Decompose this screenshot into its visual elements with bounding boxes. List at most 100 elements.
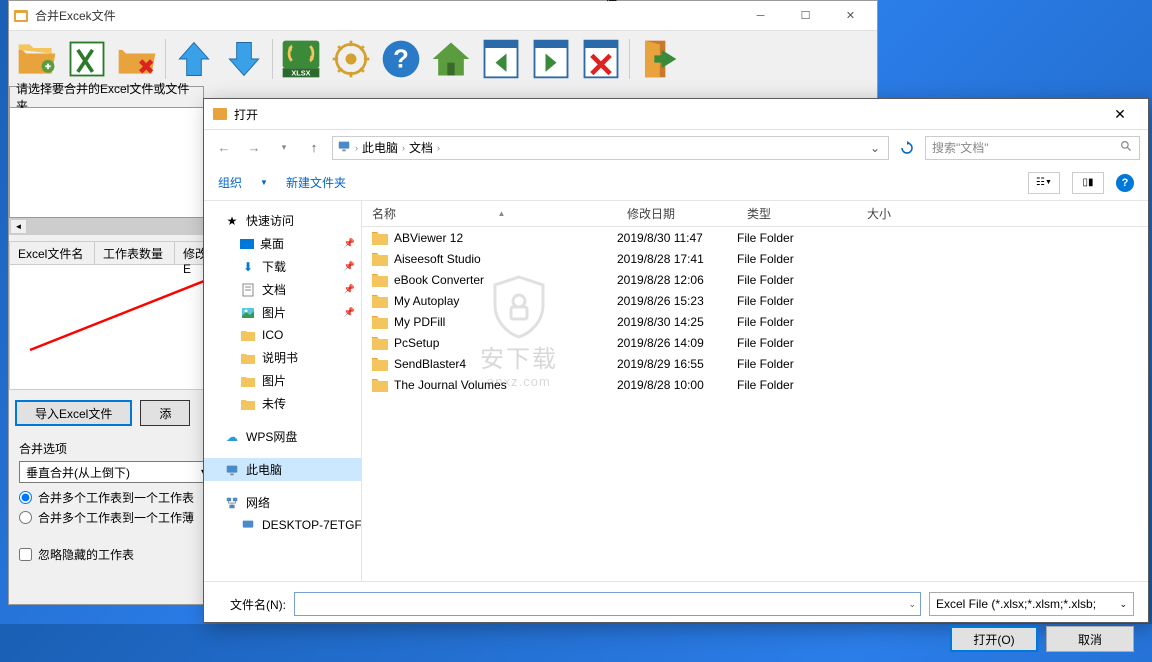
tree-documents[interactable]: 文档📌 (204, 278, 361, 301)
svg-text:?: ? (393, 45, 409, 73)
col-name[interactable]: 名称▲ (362, 201, 617, 226)
breadcrumb-sep-icon: › (437, 143, 440, 153)
breadcrumb-sep-icon: › (402, 143, 405, 153)
folder-icon (372, 231, 388, 245)
minimize-button[interactable]: ─ (738, 1, 783, 30)
col-date[interactable]: 修改日期 (617, 201, 737, 226)
file-row[interactable]: eBook Converter2019/8/28 12:06File Folde… (362, 269, 1148, 290)
tree-wps[interactable]: ☁WPS网盘 (204, 425, 361, 448)
arrow-down-icon[interactable] (220, 35, 268, 83)
search-input[interactable]: 搜索"文档" (925, 136, 1140, 160)
file-row[interactable]: My Autoplay2019/8/26 15:23File Folder (362, 290, 1148, 311)
breadcrumb-dropdown[interactable]: ⌄ (866, 141, 884, 155)
col-type[interactable]: 类型 (737, 201, 857, 226)
search-icon (1120, 140, 1133, 156)
new-folder-button[interactable]: 新建文件夹 (286, 174, 346, 191)
folder-icon (372, 315, 388, 329)
pc-icon (224, 462, 240, 478)
tree-unsent[interactable]: 未传 (204, 392, 361, 415)
search-placeholder: 搜索"文档" (932, 139, 989, 156)
tree-pictures2[interactable]: 图片 (204, 369, 361, 392)
app-icon (13, 8, 29, 24)
import-excel-button[interactable]: 导入Excel文件 (15, 400, 132, 426)
file-panel: 名称▲ 修改日期 类型 大小 ABViewer 122019/8/30 11:4… (362, 201, 1148, 581)
dialog-close-button[interactable]: ✕ (1100, 106, 1140, 123)
tree-this-pc[interactable]: 此电脑 (204, 458, 361, 481)
folder-icon (240, 350, 256, 366)
chevron-down-icon: ⌄ (1119, 599, 1127, 610)
tree-manual[interactable]: 说明书 (204, 346, 361, 369)
folder-icon (240, 396, 256, 412)
nav-up-button[interactable]: ↑ (302, 136, 326, 160)
nav-forward-button[interactable]: → (242, 136, 266, 160)
file-row[interactable]: The Journal Volumes2019/8/28 10:00File F… (362, 374, 1148, 395)
breadcrumb-pc[interactable]: 此电脑 (362, 139, 398, 156)
open-button[interactable]: 打开(O) (950, 626, 1038, 652)
dialog-title: 打开 (234, 106, 1100, 123)
pin-icon: 📌 (344, 261, 355, 272)
filename-input[interactable]: ⌄ (294, 592, 921, 616)
cloud-icon: ☁ (224, 429, 240, 445)
merge-mode-value: 垂直合并(从上倒下) (26, 464, 130, 481)
breadcrumb-sep-icon: › (355, 143, 358, 153)
cancel-button[interactable]: 取消 (1046, 626, 1134, 652)
breadcrumb[interactable]: › 此电脑 › 文档 › ⌄ (332, 136, 889, 160)
file-row[interactable]: Aiseesoft Studio2019/8/28 17:41File Fold… (362, 248, 1148, 269)
open-folder-icon[interactable] (13, 35, 61, 83)
nav-back-button[interactable]: ← (212, 136, 236, 160)
file-list-headers: 名称▲ 修改日期 类型 大小 (362, 201, 1148, 227)
help-icon[interactable]: ? (1116, 174, 1134, 192)
sort-asc-icon: ▲ (498, 209, 506, 218)
file-type-filter[interactable]: Excel File (*.xlsx;*.xlsm;*.xlsb; ⌄ (929, 592, 1134, 616)
file-row[interactable]: ABViewer 122019/8/30 11:47File Folder (362, 227, 1148, 248)
view-mode-button[interactable]: ☷ ▼ (1028, 172, 1060, 194)
page-prev-icon[interactable] (477, 35, 525, 83)
page-delete-icon[interactable] (577, 35, 625, 83)
col-size[interactable]: 大小 (857, 201, 937, 226)
page-next-icon[interactable] (527, 35, 575, 83)
scroll-left-arrow[interactable]: ◄ (10, 219, 27, 234)
tree-desktop-pc[interactable]: DESKTOP-7ETGFC (204, 514, 361, 536)
tree-ico[interactable]: ICO (204, 324, 361, 346)
breadcrumb-docs[interactable]: 文档 (409, 139, 433, 156)
tree-desktop[interactable]: 桌面📌 (204, 232, 361, 255)
col-excel-name[interactable]: Excel文件名 (10, 242, 95, 264)
folder-icon (240, 373, 256, 389)
svg-text:XLSX: XLSX (291, 68, 310, 77)
merge-mode-select[interactable]: 垂直合并(从上倒下) ▾ (19, 461, 214, 483)
maximize-button[interactable]: ☐ (783, 1, 828, 30)
tree-pictures[interactable]: 图片📌 (204, 301, 361, 324)
dialog-footer: 文件名(N): ⌄ Excel File (*.xlsx;*.xlsm;*.xl… (204, 581, 1148, 662)
tree-downloads[interactable]: ⬇下载📌 (204, 255, 361, 278)
tree-network[interactable]: 网络 (204, 491, 361, 514)
pc-icon (240, 517, 256, 533)
arrow-up-icon[interactable] (170, 35, 218, 83)
folder-icon (372, 357, 388, 371)
nav-history-button[interactable]: ▾ (272, 136, 296, 160)
desktop-icon (240, 239, 254, 249)
file-row[interactable]: SendBlaster42019/8/29 16:55File Folder (362, 353, 1148, 374)
help-icon[interactable]: ? (377, 35, 425, 83)
main-title: 合并Excek文件 (35, 7, 738, 24)
dialog-toolbar: 组织▼ 新建文件夹 ☷ ▼ ▯▮ ? (204, 165, 1148, 201)
xlsx-convert-icon[interactable]: XLSX (277, 35, 325, 83)
dialog-titlebar: 打开 ✕ (204, 99, 1148, 129)
folder-icon (372, 252, 388, 266)
tree-quick-access[interactable]: ★快速访问 (204, 209, 361, 232)
preview-pane-button[interactable]: ▯▮ (1072, 172, 1104, 194)
file-row[interactable]: PcSetup2019/8/26 14:09File Folder (362, 332, 1148, 353)
organize-menu[interactable]: 组织 (218, 174, 242, 191)
remove-folder-icon[interactable] (113, 35, 161, 83)
col-sheet-count[interactable]: 工作表数量 (95, 242, 175, 264)
file-row[interactable]: My PDFill2019/8/30 14:25File Folder (362, 311, 1148, 332)
excel-icon[interactable] (63, 35, 111, 83)
exit-door-icon[interactable] (634, 35, 682, 83)
add-button[interactable]: 添 (140, 400, 190, 426)
home-icon[interactable] (427, 35, 475, 83)
close-button[interactable]: ✕ (828, 1, 873, 30)
settings-gear-icon[interactable] (327, 35, 375, 83)
chevron-down-icon: ⌄ (908, 599, 916, 610)
folder-tree: ★快速访问 桌面📌 ⬇下载📌 文档📌 图片📌 ICO 说明书 图片 未传 ☁WP… (204, 201, 362, 581)
refresh-button[interactable] (895, 136, 919, 160)
folder-icon (372, 378, 388, 392)
